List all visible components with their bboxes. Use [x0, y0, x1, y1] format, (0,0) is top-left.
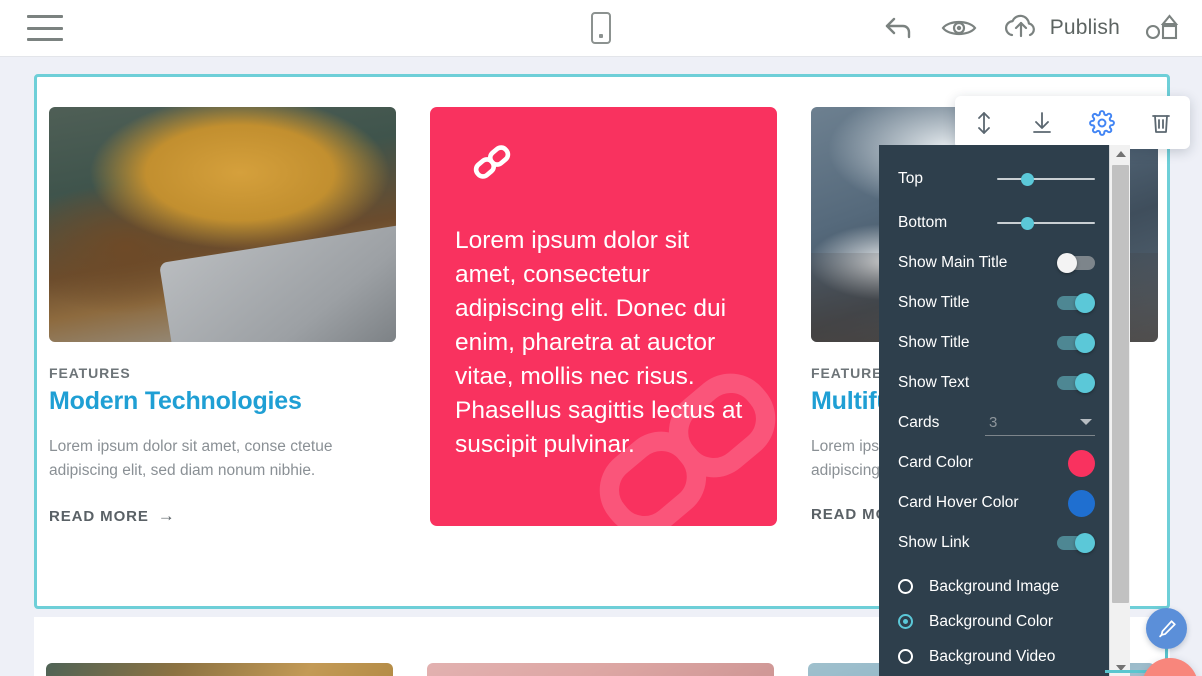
setting-label: Card Color	[898, 454, 973, 471]
move-vertical-icon[interactable]	[972, 110, 996, 136]
read-more-label: READ MORE	[49, 507, 149, 525]
eye-preview-icon[interactable]	[940, 15, 978, 41]
slider-track	[997, 178, 1095, 180]
publish-label: Publish	[1049, 16, 1120, 39]
element-toolbar	[955, 96, 1190, 149]
radio-icon	[898, 649, 913, 664]
header-actions: Publish	[882, 12, 1184, 44]
hamburger-bar	[27, 38, 63, 41]
cards-count-value: 3	[989, 414, 998, 431]
settings-scrollbar[interactable]	[1109, 145, 1130, 676]
toggle-knob	[1075, 333, 1095, 353]
setting-row-show-title-1: Show Title	[879, 283, 1109, 323]
gear-icon[interactable]	[1088, 109, 1115, 136]
read-more-label: READ MO	[811, 506, 889, 524]
paintbrush-fab[interactable]	[1146, 608, 1187, 649]
editor-root: Publish FEATURES Modern Technologies Lor	[0, 0, 1202, 676]
mobile-preview-icon[interactable]	[591, 12, 611, 44]
editor-canvas: FEATURES Modern Technologies Lorem ipsum…	[0, 57, 1202, 676]
setting-label: Card Hover Color	[898, 494, 1019, 511]
bottom-slider[interactable]	[997, 215, 1095, 231]
hamburger-menu-icon[interactable]	[27, 15, 63, 41]
setting-row-show-title-2: Show Title	[879, 323, 1109, 363]
cards-count-select[interactable]: 3	[985, 410, 1095, 436]
settings-list: Top Bottom Show Main Title Show Title Sh…	[879, 145, 1109, 676]
undo-icon[interactable]	[882, 13, 916, 43]
card-color-swatch[interactable]	[1068, 449, 1095, 477]
setting-row-card-color: Card Color	[879, 443, 1109, 483]
radio-label: Background Video	[929, 647, 1056, 665]
show-text-toggle[interactable]	[1057, 373, 1095, 393]
card-hover-color-swatch[interactable]	[1068, 489, 1095, 517]
trash-icon[interactable]	[1149, 110, 1173, 136]
setting-row-cards: Cards 3	[879, 403, 1109, 443]
publish-button[interactable]: Publish	[1002, 14, 1120, 42]
setting-label: Cards	[898, 414, 940, 431]
setting-label: Show Link	[898, 534, 970, 551]
chain-link-icon	[473, 145, 511, 179]
card-eyebrow: FEATURES	[49, 365, 131, 381]
hamburger-bar	[27, 26, 63, 30]
app-header: Publish	[0, 0, 1202, 57]
radio-icon	[898, 579, 913, 594]
canvas-left-gutter	[0, 57, 34, 676]
radio-background-color[interactable]: Background Color	[879, 604, 1109, 639]
slider-track	[997, 222, 1095, 224]
scroll-down-arrow-icon[interactable]	[1110, 659, 1131, 676]
slider-knob[interactable]	[1021, 217, 1034, 230]
radio-background-video[interactable]: Background Video	[879, 639, 1109, 674]
setting-row-card-hover-color: Card Hover Color	[879, 483, 1109, 523]
shapes-icon[interactable]	[1144, 12, 1184, 44]
setting-label: Bottom	[898, 214, 948, 231]
show-link-toggle[interactable]	[1057, 533, 1095, 553]
show-main-title-toggle[interactable]	[1057, 253, 1095, 273]
settings-panel: Top Bottom Show Main Title Show Title Sh…	[879, 145, 1130, 676]
setting-label: Top	[898, 170, 923, 187]
setting-label: Show Text	[898, 374, 970, 391]
setting-label: Show Title	[898, 334, 970, 351]
toggle-knob	[1057, 253, 1077, 273]
next-card-image-1	[46, 663, 393, 676]
scrollbar-thumb[interactable]	[1112, 165, 1129, 603]
setting-row-show-link: Show Link	[879, 523, 1109, 563]
card-title: Modern Technologies	[49, 387, 302, 415]
slider-knob[interactable]	[1021, 173, 1034, 186]
card-image-laptop	[49, 107, 396, 342]
paintbrush-icon	[1158, 619, 1176, 637]
show-title-toggle-1[interactable]	[1057, 293, 1095, 313]
chevron-down-icon	[1080, 419, 1092, 425]
setting-label: Show Main Title	[898, 254, 1008, 271]
radio-label: Background Color	[929, 612, 1054, 630]
toggle-knob	[1075, 373, 1095, 393]
scroll-up-arrow-icon[interactable]	[1110, 145, 1131, 162]
top-slider[interactable]	[997, 171, 1095, 187]
highlight-card[interactable]: Lorem ipsum dolor sit amet, consectetur …	[430, 107, 777, 527]
radio-label: Background Image	[929, 577, 1060, 595]
toggle-knob	[1075, 533, 1095, 553]
hamburger-bar	[27, 15, 63, 18]
next-card-image-2	[427, 663, 774, 676]
card-text: Lorem ipsum dolor sit amet, conse ctetue…	[49, 438, 333, 480]
cloud-upload-icon	[1002, 14, 1040, 42]
setting-row-show-main-title: Show Main Title	[879, 243, 1109, 283]
radio-background-image[interactable]: Background Image	[879, 569, 1109, 604]
arrow-right-icon: →	[157, 506, 176, 526]
setting-row-bottom: Bottom	[879, 203, 1109, 243]
plus-icon: +	[1161, 669, 1179, 676]
radio-icon-selected	[898, 614, 913, 629]
setting-row-top: Top	[879, 159, 1109, 199]
toggle-knob	[1075, 293, 1095, 313]
feature-card-1[interactable]: FEATURES Modern Technologies Lorem ipsum…	[49, 107, 396, 526]
show-title-toggle-2[interactable]	[1057, 333, 1095, 353]
download-icon[interactable]	[1030, 110, 1054, 136]
setting-row-show-text: Show Text	[879, 363, 1109, 403]
setting-label: Show Title	[898, 294, 970, 311]
highlight-card-text: Lorem ipsum dolor sit amet, consectetur …	[455, 227, 743, 459]
read-more-link[interactable]: READ MORE →	[49, 506, 396, 526]
